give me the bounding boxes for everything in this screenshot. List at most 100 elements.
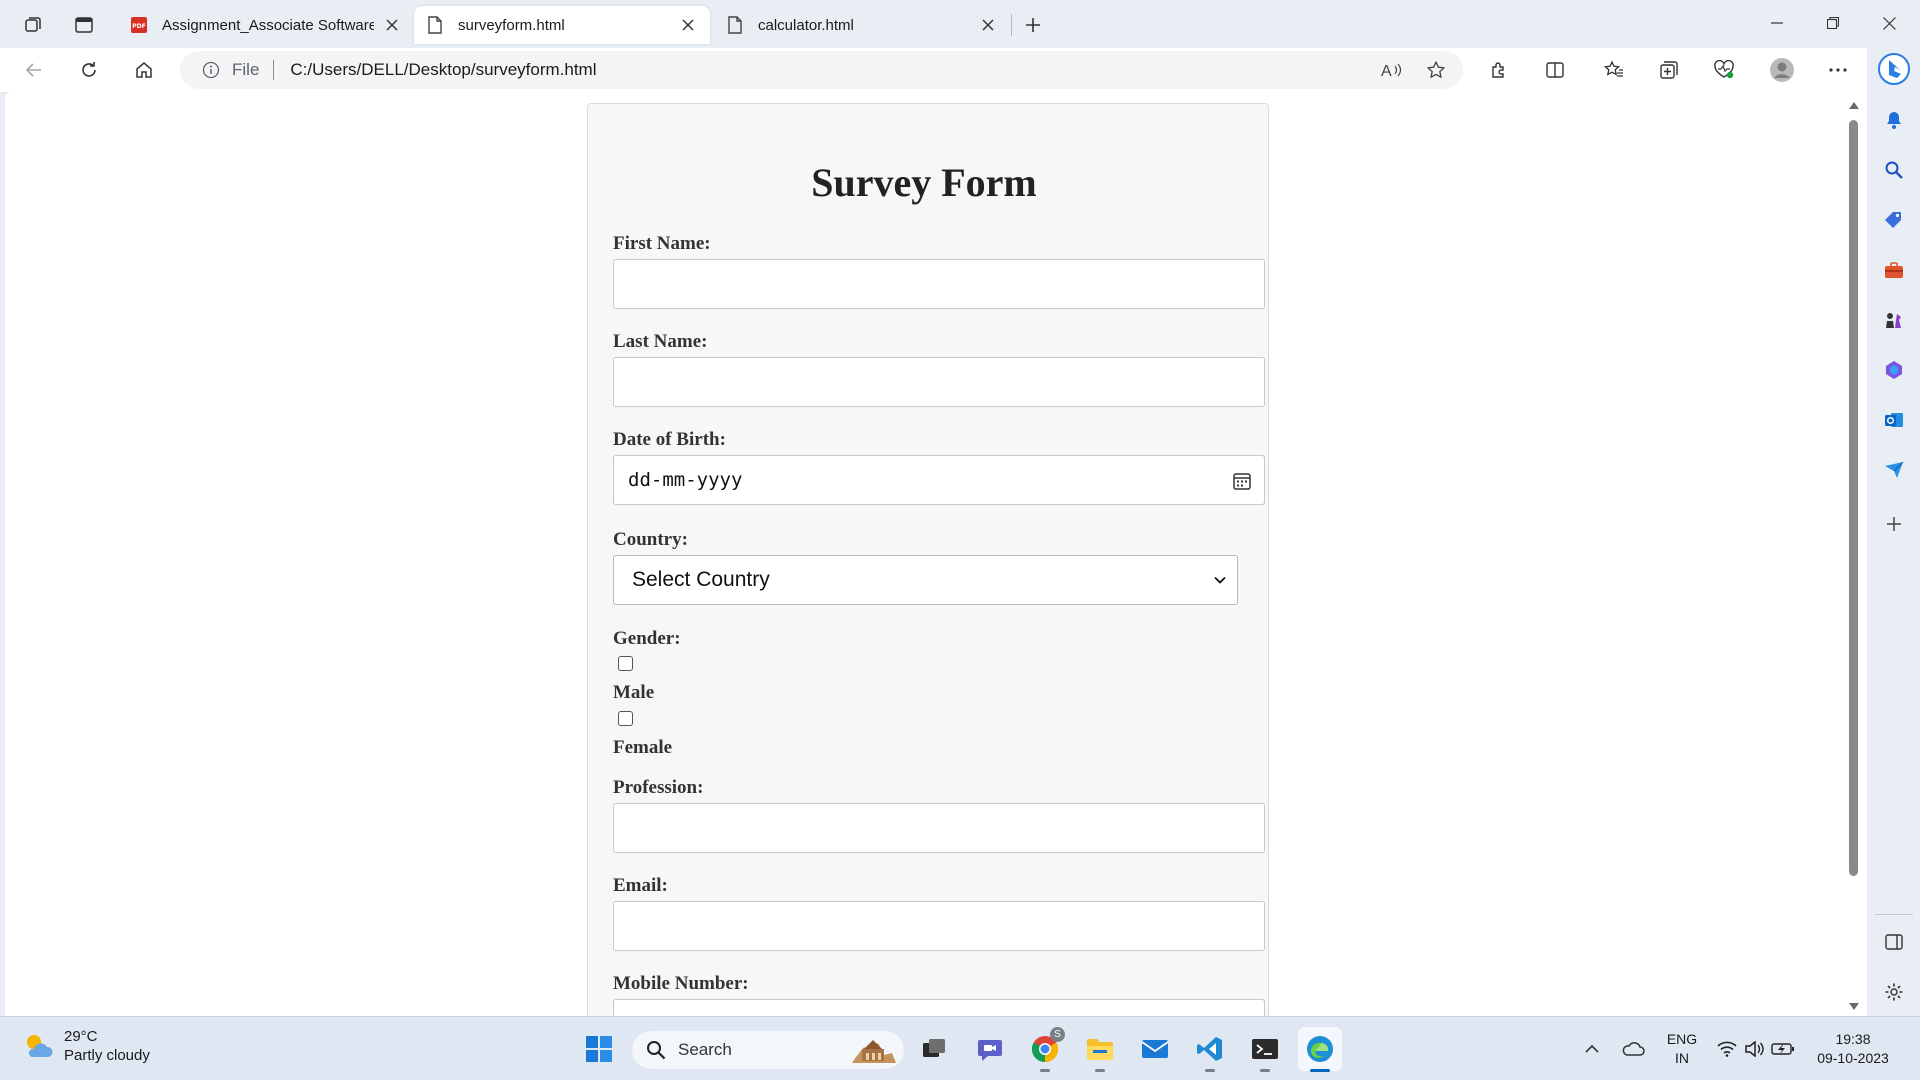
more-options-icon[interactable] <box>1820 54 1856 86</box>
dob-placeholder: dd-mm-yyyy <box>628 469 743 491</box>
scroll-thumb[interactable] <box>1849 120 1858 876</box>
clock-time: 19:38 <box>1835 1031 1871 1047</box>
profile-avatar[interactable] <box>1764 54 1800 86</box>
male-checkbox[interactable] <box>618 656 633 671</box>
chrome-profile-badge: S <box>1050 1027 1065 1042</box>
dob-input[interactable]: dd-mm-yyyy <box>613 455 1265 505</box>
tab-actions-icon[interactable] <box>69 10 99 40</box>
tools-briefcase-icon[interactable] <box>1877 253 1911 287</box>
running-indicator <box>1205 1069 1215 1072</box>
country-selected-value: Select Country <box>632 568 770 591</box>
drop-send-icon[interactable] <box>1877 453 1911 487</box>
female-checkbox[interactable] <box>618 711 633 726</box>
minimize-icon[interactable] <box>1754 6 1800 40</box>
pdf-icon: PDF <box>130 16 148 34</box>
new-tab-icon[interactable] <box>1018 10 1048 40</box>
terminal-icon[interactable] <box>1243 1027 1287 1072</box>
close-tab-icon[interactable] <box>678 15 698 35</box>
task-view-icon[interactable] <box>912 1027 956 1071</box>
browser-essentials-icon[interactable] <box>1706 54 1742 86</box>
back-icon[interactable] <box>16 54 52 86</box>
last-name-input[interactable] <box>613 357 1265 407</box>
file-icon <box>426 16 444 34</box>
shopping-tag-icon[interactable] <box>1877 203 1911 237</box>
tab-strip: PDF Assignment_Associate Software E surv… <box>0 0 1920 48</box>
favorites-icon[interactable] <box>1596 54 1632 86</box>
favorite-star-icon[interactable] <box>1419 53 1453 87</box>
profession-label: Profession: <box>613 777 704 798</box>
svg-text:PDF: PDF <box>132 23 145 30</box>
teams-chat-icon[interactable] <box>968 1027 1012 1071</box>
profession-input[interactable] <box>613 803 1265 853</box>
tab-surveyform[interactable]: surveyform.html <box>414 6 710 44</box>
sidebar-settings-gear-icon[interactable] <box>1877 975 1911 1009</box>
add-sidebar-app-icon[interactable] <box>1877 507 1911 541</box>
first-name-input[interactable] <box>613 259 1265 309</box>
tab-calculator[interactable]: calculator.html <box>714 6 1010 44</box>
email-input[interactable] <box>613 901 1265 951</box>
search-icon <box>647 1041 666 1060</box>
input-language-indicator[interactable]: ENG IN <box>1662 1030 1702 1068</box>
address-scheme-label: File <box>232 60 260 79</box>
tab-title: Assignment_Associate Software E <box>162 16 374 34</box>
workspaces-icon[interactable] <box>18 10 48 40</box>
female-option-label: Female <box>613 737 673 758</box>
chrome-icon[interactable]: S <box>1023 1027 1067 1072</box>
search-icon[interactable] <box>1877 153 1911 187</box>
hide-sidebar-icon[interactable] <box>1877 925 1911 959</box>
male-option-label: Male <box>613 682 655 703</box>
copilot-icon[interactable] <box>1875 50 1913 88</box>
active-indicator <box>1310 1069 1330 1072</box>
taskbar-search-box[interactable]: Search <box>632 1031 904 1069</box>
vscode-icon[interactable] <box>1188 1027 1232 1072</box>
address-url[interactable]: C:/Users/DELL/Desktop/surveyform.html <box>290 60 1375 80</box>
notifications-bell-icon[interactable] <box>1877 103 1911 137</box>
dob-label: Date of Birth: <box>613 429 726 450</box>
calendar-icon[interactable] <box>1232 471 1252 491</box>
file-icon <box>726 16 744 34</box>
page-scrollbar[interactable] <box>1846 100 1860 1010</box>
weather-condition: Partly cloudy <box>64 1047 150 1064</box>
page-viewport: Survey Form First Name: Last Name: Date … <box>5 92 1867 1016</box>
tab-assignment-pdf[interactable]: PDF Assignment_Associate Software E <box>118 6 414 44</box>
system-clock[interactable]: 19:38 09-10-2023 <box>1810 1030 1896 1068</box>
wifi-icon[interactable] <box>1715 1033 1739 1065</box>
extensions-icon[interactable] <box>1481 54 1517 86</box>
show-hidden-icons-chevron-up-icon[interactable] <box>1580 1033 1604 1065</box>
onedrive-cloud-icon[interactable] <box>1617 1033 1649 1065</box>
home-icon[interactable] <box>126 54 162 86</box>
chevron-down-icon <box>1214 576 1226 584</box>
lang-region: IN <box>1675 1050 1689 1066</box>
games-icon[interactable] <box>1877 303 1911 337</box>
restore-icon[interactable] <box>1810 6 1856 40</box>
read-aloud-icon[interactable]: A <box>1375 53 1409 87</box>
partly-cloudy-icon <box>27 1035 53 1057</box>
edge-browser-icon[interactable] <box>1298 1027 1342 1072</box>
running-indicator <box>1260 1069 1270 1072</box>
last-name-label: Last Name: <box>613 331 708 352</box>
taskbar-search-label: Search <box>678 1040 732 1059</box>
split-screen-icon[interactable] <box>1537 54 1573 86</box>
scroll-up-arrow[interactable] <box>1849 102 1859 109</box>
file-explorer-icon[interactable] <box>1078 1027 1122 1072</box>
country-select[interactable]: Select Country <box>613 555 1238 605</box>
battery-charging-icon[interactable] <box>1770 1033 1796 1065</box>
lang-code: ENG <box>1666 1031 1698 1047</box>
survey-form: Survey Form First Name: Last Name: Date … <box>587 103 1269 1016</box>
close-tab-icon[interactable] <box>382 15 402 35</box>
close-tab-icon[interactable] <box>978 15 998 35</box>
windows-start-icon[interactable] <box>577 1027 621 1071</box>
refresh-icon[interactable] <box>71 54 107 86</box>
tab-title: calculator.html <box>758 16 854 34</box>
info-icon[interactable] <box>202 61 220 79</box>
scroll-down-arrow[interactable] <box>1849 1003 1859 1010</box>
mail-icon[interactable] <box>1133 1027 1177 1071</box>
outlook-icon[interactable] <box>1877 403 1911 437</box>
mobile-input[interactable] <box>613 999 1265 1016</box>
microsoft-365-icon[interactable] <box>1877 353 1911 387</box>
close-window-icon[interactable] <box>1866 6 1912 40</box>
address-bar[interactable]: File C:/Users/DELL/Desktop/surveyform.ht… <box>180 51 1463 89</box>
weather-widget[interactable]: 29°C Partly cloudy <box>22 1027 150 1065</box>
collections-icon[interactable] <box>1651 54 1687 86</box>
volume-icon[interactable] <box>1742 1033 1766 1065</box>
